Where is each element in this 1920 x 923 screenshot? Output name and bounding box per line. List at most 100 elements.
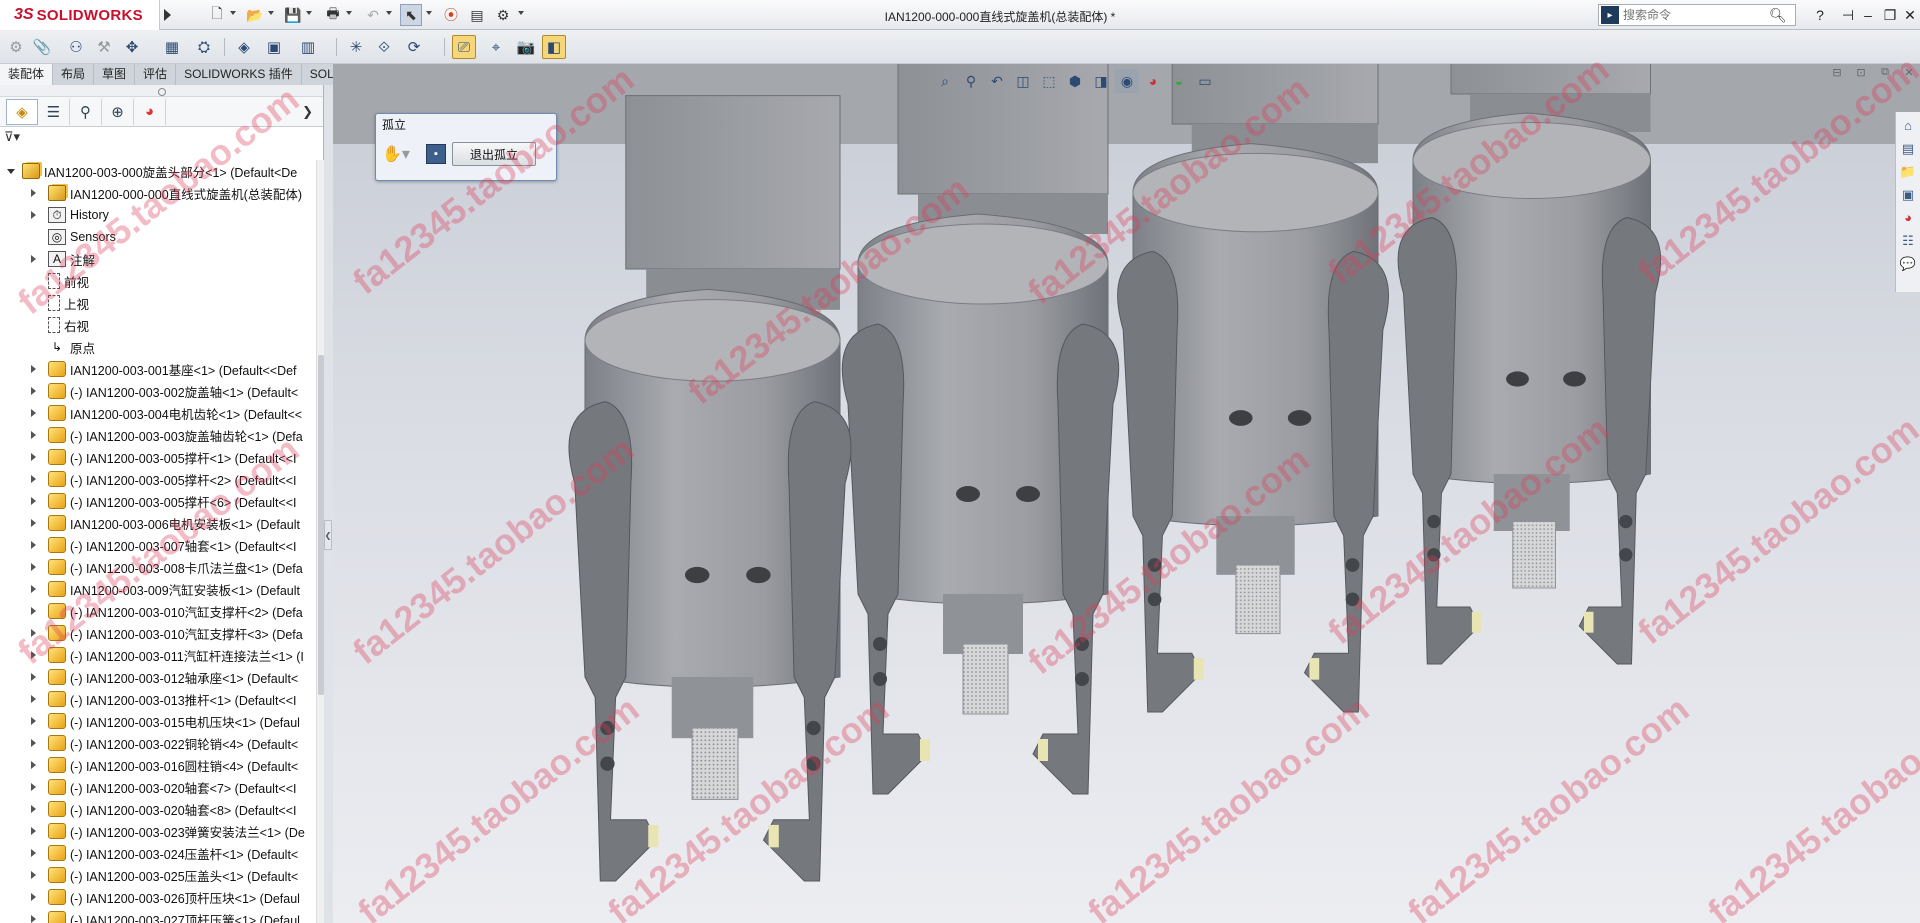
expand-arrow-icon[interactable] — [28, 715, 40, 727]
property-manager-tab-icon[interactable]: ☰ — [38, 98, 70, 125]
tree-item[interactable]: (-) IAN1200-003-025压盖头<1> (Default< — [0, 864, 316, 886]
save-dropdown-icon[interactable] — [306, 11, 312, 15]
tree-item[interactable]: (-) IAN1200-003-011汽缸杆连接法兰<1> (I — [0, 644, 316, 666]
tree-item[interactable]: IAN1200-003-004电机齿轮<1> (Default<< — [0, 402, 316, 424]
tree-item[interactable]: (-) IAN1200-003-020轴套<8> (Default<<I — [0, 798, 316, 820]
viewport-tile-icon[interactable]: ⧉ — [1876, 66, 1894, 82]
tree-item[interactable]: (-) IAN1200-003-005撑杆<2> (Default<<I — [0, 468, 316, 490]
tree-item[interactable]: (-) IAN1200-003-015电机压块<1> (Defaul — [0, 710, 316, 732]
new-document-icon[interactable]: 🗋 — [206, 4, 228, 26]
search-box[interactable]: ▸ 🔍︎ — [1598, 4, 1796, 26]
update-speedpak-icon[interactable]: ⟳ — [402, 35, 426, 59]
undo-dropdown-icon[interactable] — [386, 11, 392, 15]
expand-arrow-icon[interactable] — [28, 429, 40, 441]
expand-arrow-icon[interactable] — [28, 209, 40, 221]
tab-evaluate[interactable]: 评估 — [135, 64, 177, 85]
select-dropdown-icon[interactable] — [426, 11, 432, 15]
tree-item[interactable]: ⏱ History — [0, 204, 316, 226]
options-gear-icon[interactable]: ⚙ — [492, 4, 514, 26]
show-hidden-icon[interactable]: ▦ — [160, 35, 184, 59]
expand-arrow-icon[interactable] — [28, 539, 40, 551]
file-explorer-icon[interactable]: ▣ — [1899, 185, 1917, 204]
new-motion-study-icon[interactable]: ▣ — [262, 35, 286, 59]
take-snapshot-icon[interactable]: ⌖ — [484, 35, 508, 59]
exit-isolate-button[interactable]: 退出孤立 — [452, 142, 536, 166]
reference-geometry-icon[interactable]: ◈ — [232, 35, 256, 59]
camera-icon[interactable]: 📷 — [514, 35, 538, 59]
viewport-minimize-icon[interactable]: ⊟ — [1828, 66, 1846, 82]
print-icon[interactable]: 🖶 — [322, 4, 344, 26]
save-icon[interactable]: 💾 — [282, 4, 304, 26]
expand-arrow-icon[interactable] — [28, 825, 40, 837]
expand-arrow-icon[interactable] — [28, 913, 40, 923]
view-settings-icon[interactable]: ▭ — [1193, 69, 1217, 93]
tree-item[interactable]: (-) IAN1200-003-013推杆<1> (Default<<I — [0, 688, 316, 710]
new-dropdown-icon[interactable] — [230, 11, 236, 15]
tree-item[interactable]: IAN1200-000-000直线式旋盖机(总装配体) — [0, 182, 316, 204]
print-dropdown-icon[interactable] — [346, 11, 352, 15]
graphics-area[interactable]: ⌕ ⚲ ↶ ◫ ⬚ ⬢ ◨ ◉ ◕ ◒ ▭ ⊟ ⊡ ⧉ ✕ — [333, 64, 1920, 923]
tree-item[interactable]: 前视 — [0, 270, 316, 292]
expand-toggle-icon[interactable] — [6, 165, 18, 177]
tree-item[interactable]: ↳ 原点 — [0, 336, 316, 358]
viewport-close-icon[interactable]: ✕ — [1900, 66, 1918, 82]
expand-arrow-icon[interactable] — [28, 253, 40, 265]
tree-item[interactable]: (-) IAN1200-003-016圆柱销<4> (Default< — [0, 754, 316, 776]
tree-item[interactable]: (-) IAN1200-003-026顶杆压块<1> (Defaul — [0, 886, 316, 908]
tree-item[interactable]: 右视 — [0, 314, 316, 336]
open-icon[interactable]: 📂 — [244, 4, 266, 26]
expand-arrow-icon[interactable] — [28, 847, 40, 859]
tree-item[interactable]: 上视 — [0, 292, 316, 314]
expand-arrow-icon[interactable] — [28, 517, 40, 529]
model-view[interactable] — [333, 64, 1920, 923]
expand-arrow-icon[interactable] — [28, 671, 40, 683]
undo-icon[interactable]: ↶ — [362, 4, 384, 26]
minimize-button[interactable]: – — [1856, 4, 1880, 26]
expand-arrow-icon[interactable] — [28, 649, 40, 661]
edit-appearance-icon[interactable]: ◕ — [1141, 69, 1165, 93]
expand-arrow-icon[interactable] — [28, 869, 40, 881]
tree-item[interactable]: (-) IAN1200-003-023弹簧安装法兰<1> (De — [0, 820, 316, 842]
expand-arrow-icon[interactable] — [28, 781, 40, 793]
configuration-manager-tab-icon[interactable]: ⚲ — [70, 98, 102, 125]
feature-tree-tab-icon[interactable]: ◈ — [6, 98, 38, 125]
zoom-to-fit-icon[interactable]: ⌕ — [933, 69, 957, 93]
tree-item[interactable]: (-) IAN1200-003-005撑杆<6> (Default<<I — [0, 490, 316, 512]
expand-arrow-icon[interactable] — [28, 605, 40, 617]
tree-item[interactable]: IAN1200-003-001基座<1> (Default<<Def — [0, 358, 316, 380]
tree-item[interactable]: (-) IAN1200-003-012轴承座<1> (Default< — [0, 666, 316, 688]
smart-fasteners-icon[interactable]: ⚒ — [92, 35, 116, 59]
select-pointer-icon[interactable]: ⬉ — [400, 4, 422, 26]
panel-splitter[interactable] — [0, 85, 323, 97]
tree-item[interactable]: (-) IAN1200-003-007轴套<1> (Default<<I — [0, 534, 316, 556]
rebuild-icon[interactable]: ⦿ — [440, 4, 462, 26]
file-properties-icon[interactable]: ▤ — [466, 4, 488, 26]
section-view-icon[interactable]: ◫ — [1011, 69, 1035, 93]
mate-icon[interactable]: 📎 — [30, 35, 54, 59]
tree-item[interactable]: IAN1200-003-006电机安装板<1> (Default — [0, 512, 316, 534]
tree-item[interactable]: (-) IAN1200-003-008卡爪法兰盘<1> (Defa — [0, 556, 316, 578]
appearances-icon[interactable]: ◕ — [1899, 208, 1917, 227]
custom-properties-icon[interactable]: ☷ — [1899, 231, 1917, 250]
solidworks-logo[interactable]: 3S SOLIDWORKS — [0, 0, 160, 30]
expand-arrow-icon[interactable] — [28, 187, 40, 199]
expand-arrow-icon[interactable] — [28, 407, 40, 419]
help-icon[interactable]: ? — [1808, 4, 1832, 26]
tree-scrollbar[interactable] — [316, 160, 324, 923]
collapse-panel-handle[interactable]: ❮ — [324, 520, 332, 550]
dynamic-annotation-icon[interactable]: ⬚ — [1037, 69, 1061, 93]
resources-icon[interactable]: ▤ — [1899, 139, 1917, 158]
expand-arrow-icon[interactable] — [28, 891, 40, 903]
tree-item[interactable]: IAN1200-003-009汽缸安装板<1> (Default — [0, 578, 316, 600]
zoom-to-area-icon[interactable]: ⚲ — [959, 69, 983, 93]
search-icon[interactable]: 🔍︎ — [1769, 7, 1787, 24]
search-input[interactable] — [1623, 8, 1763, 22]
tree-root[interactable]: IAN1200-003-000旋盖头部分<1> (Default<De — [0, 160, 316, 182]
large-assembly-icon[interactable]: ⎚ — [452, 35, 476, 59]
home-icon[interactable]: ⌂ — [1899, 116, 1917, 135]
tab-addins[interactable]: SOLIDWORKS 插件 — [176, 64, 302, 85]
assembly-features-icon[interactable]: ⛭ — [192, 35, 216, 59]
tree-item[interactable]: (-) IAN1200-003-020轴套<7> (Default<<I — [0, 776, 316, 798]
display-style-icon[interactable]: ◨ — [1089, 69, 1113, 93]
tree-item[interactable]: (-) IAN1200-003-003旋盖轴齿轮<1> (Defa — [0, 424, 316, 446]
